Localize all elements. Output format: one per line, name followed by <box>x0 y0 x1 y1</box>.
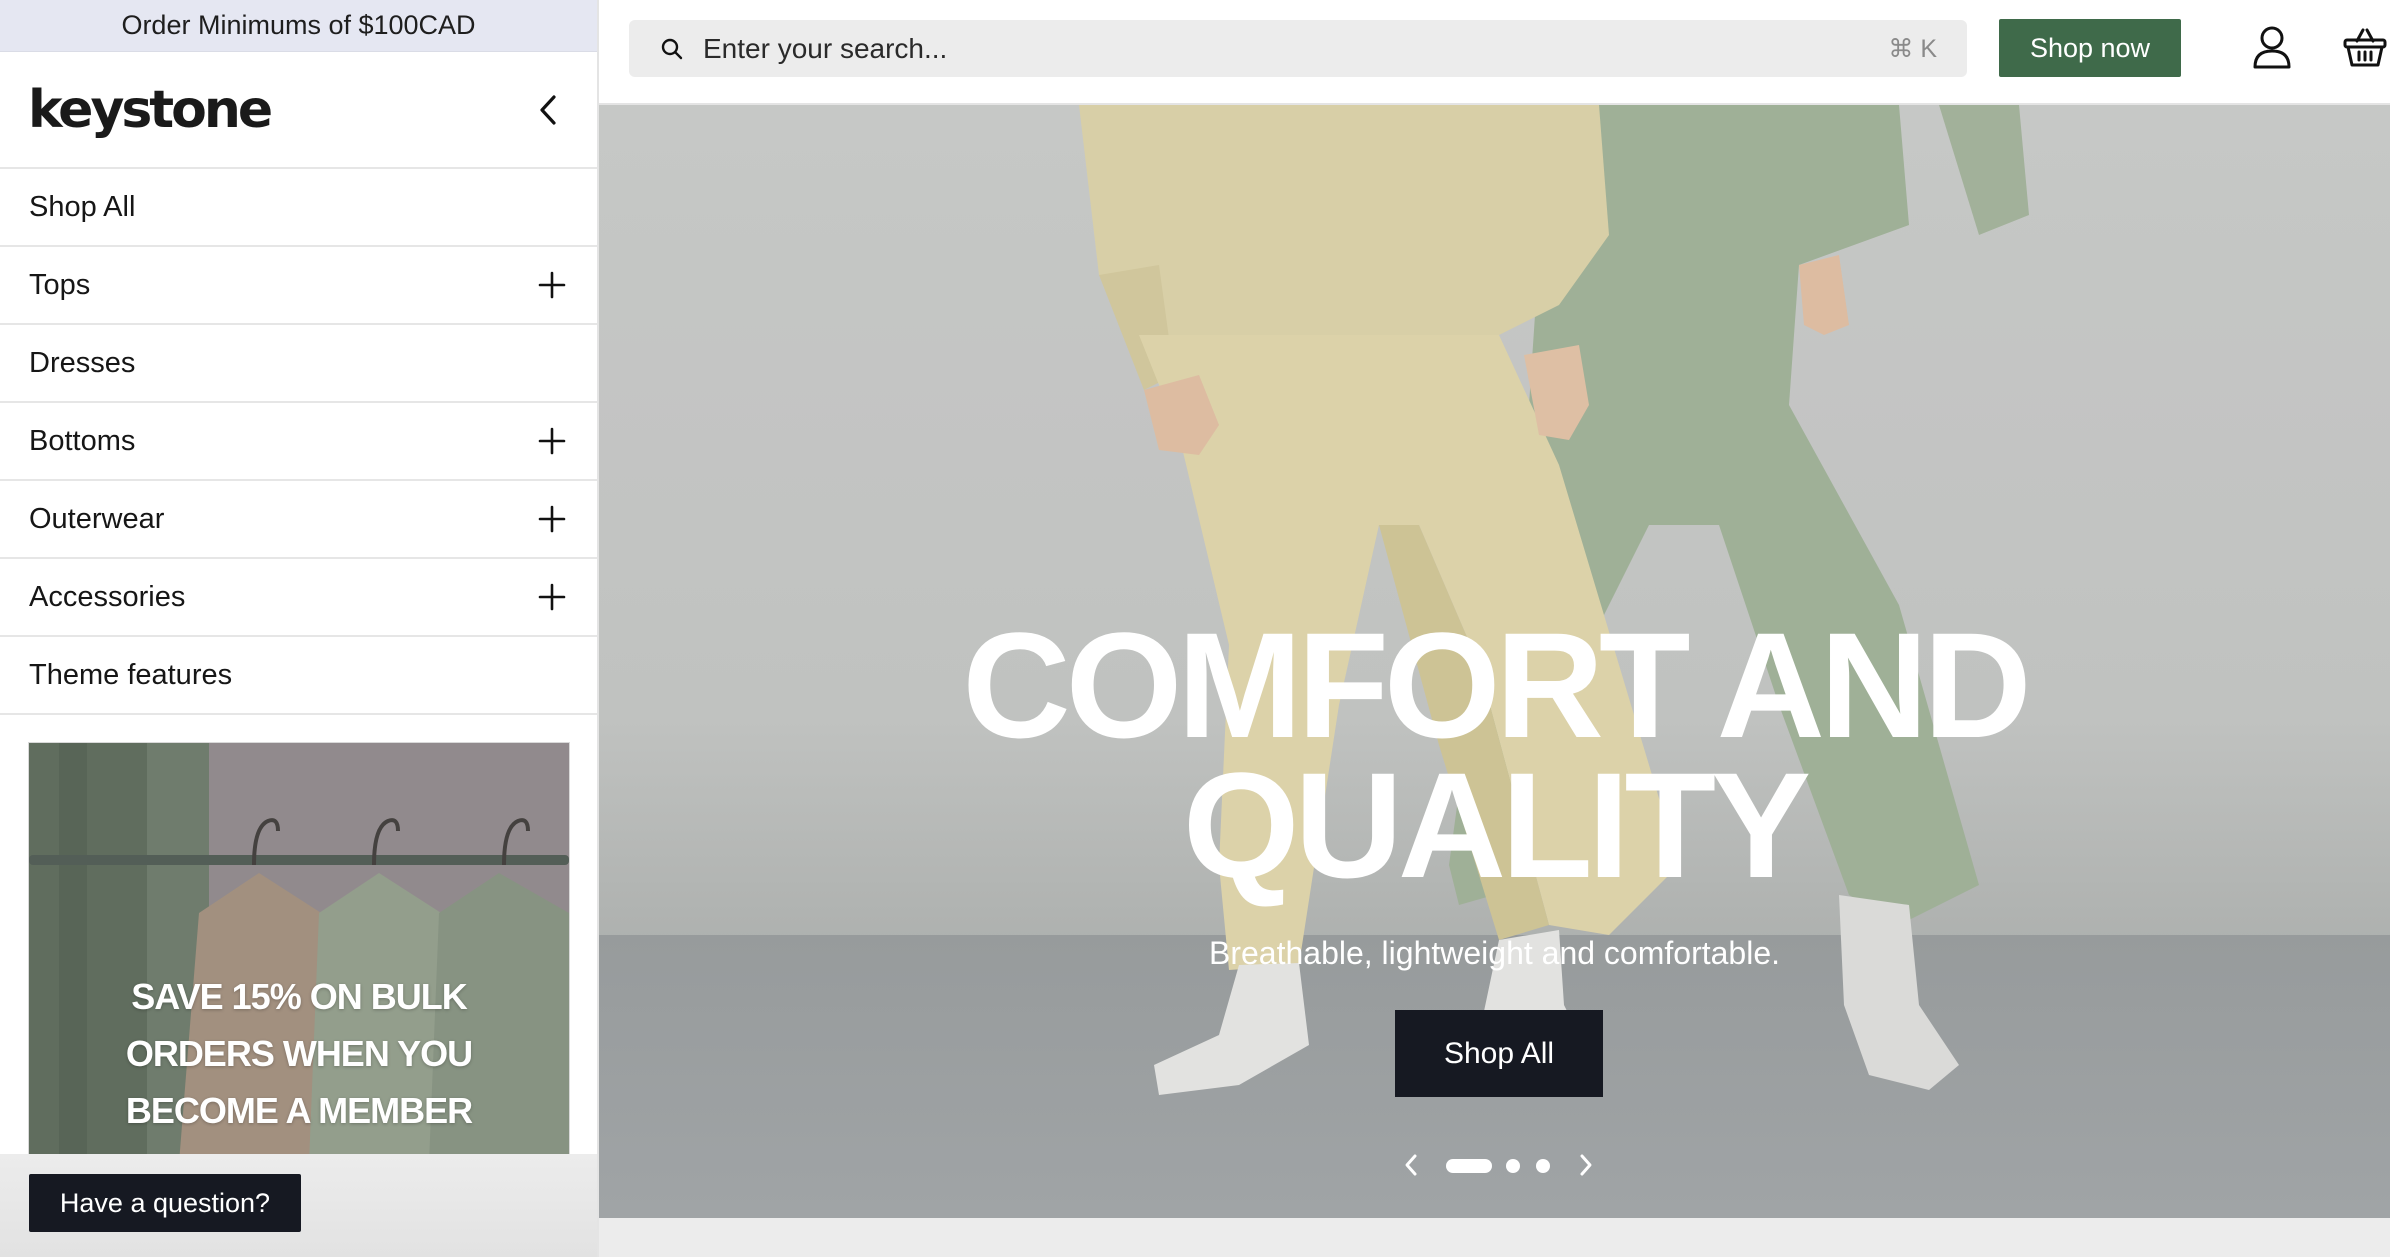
plus-icon[interactable] <box>537 504 567 534</box>
carousel-dot-active[interactable] <box>1446 1159 1492 1173</box>
hero-shop-all-button[interactable]: Shop All <box>1395 1010 1603 1097</box>
sidebar-item-tops[interactable]: Tops <box>0 247 597 325</box>
announcement-text: Order Minimums of $100CAD <box>121 10 476 40</box>
sidebar-item-accessories[interactable]: Accessories <box>0 559 597 637</box>
sidebar-item-dresses[interactable]: Dresses <box>0 325 597 403</box>
brand-logo[interactable]: keystone <box>28 80 273 140</box>
announcement-bar: Order Minimums of $100CAD <box>0 0 597 52</box>
chevron-left-icon <box>540 94 556 125</box>
plus-icon[interactable] <box>537 270 567 300</box>
sidebar-item-label: Theme features <box>29 658 233 691</box>
hero-title: COMFORT AND QUALITY <box>599 601 2390 909</box>
promo-line: SAVE 15% ON BULK <box>131 976 467 1017</box>
carousel-next-button[interactable] <box>1568 1147 1604 1183</box>
carousel-controls <box>599 1145 2390 1185</box>
sidebar-item-bottoms[interactable]: Bottoms <box>0 403 597 481</box>
collapse-sidebar-button[interactable] <box>529 90 569 130</box>
search-icon <box>659 36 685 62</box>
hero-slider: COMFORT AND QUALITY Breathable, lightwei… <box>599 105 2390 1218</box>
promo-banner[interactable]: SAVE 15% ON BULK ORDERS WHEN YOU BECOME … <box>28 742 570 1164</box>
shop-now-button[interactable]: Shop now <box>1999 19 2181 77</box>
hero-subtitle: Breathable, lightweight and comfortable. <box>1208 935 1780 971</box>
sidebar-nav: Shop All Tops Dresses Bottoms Outerwear … <box>0 169 597 715</box>
carousel-dot[interactable] <box>1506 1159 1520 1173</box>
sidebar-header: keystone <box>0 52 597 169</box>
search-input[interactable]: Enter your search... <box>703 33 1888 65</box>
page-bottom-strip <box>599 1218 2390 1257</box>
promo-text: SAVE 15% ON BULK ORDERS WHEN YOU BECOME … <box>29 968 569 1139</box>
sidebar-item-outerwear[interactable]: Outerwear <box>0 481 597 559</box>
cart-button[interactable] <box>2342 24 2388 70</box>
sidebar-item-label: Bottoms <box>29 424 136 457</box>
hero-title-line: COMFORT AND <box>962 601 2031 769</box>
top-header: Enter your search... ⌘ K Shop now <box>599 0 2390 105</box>
chevron-left-icon <box>1405 1154 1417 1176</box>
sidebar-item-shop-all[interactable]: Shop All <box>0 169 597 247</box>
promo-line: ORDERS WHEN YOU <box>125 1033 473 1074</box>
plus-icon[interactable] <box>537 426 567 456</box>
promo-line: BECOME A MEMBER <box>125 1090 473 1131</box>
sidebar-item-label: Tops <box>29 268 91 301</box>
basket-icon <box>2343 28 2387 67</box>
account-icon <box>2253 26 2291 69</box>
sidebar-item-label: Dresses <box>29 346 136 379</box>
sidebar-item-label: Accessories <box>29 580 186 613</box>
chevron-right-icon <box>1580 1154 1592 1176</box>
search-bar[interactable]: Enter your search... ⌘ K <box>629 20 1967 77</box>
sidebar-item-label: Outerwear <box>29 502 165 535</box>
sidebar-item-theme-features[interactable]: Theme features <box>0 637 597 715</box>
have-a-question-button[interactable]: Have a question? <box>29 1174 301 1232</box>
sidebar: Order Minimums of $100CAD keystone Shop … <box>0 0 599 1257</box>
carousel-prev-button[interactable] <box>1393 1147 1429 1183</box>
sidebar-item-label: Shop All <box>29 190 136 223</box>
account-button[interactable] <box>2249 24 2295 70</box>
plus-icon[interactable] <box>537 582 567 612</box>
chat-bar: Have a question? <box>0 1154 597 1257</box>
carousel-dot[interactable] <box>1536 1159 1550 1173</box>
search-shortcut-hint: ⌘ K <box>1888 34 1937 63</box>
hero-title-line: QUALITY <box>1182 741 1811 909</box>
